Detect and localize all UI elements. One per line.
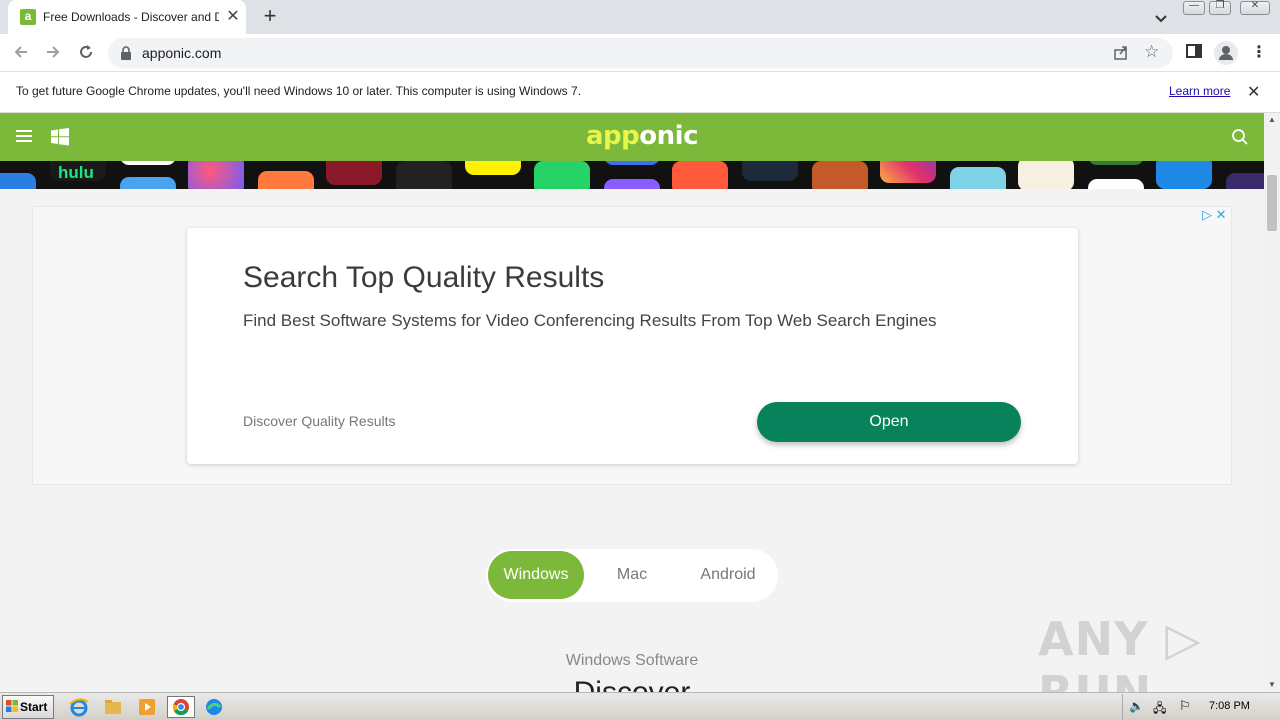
hulu-app-icon: hulu: [50, 161, 106, 182]
app-tile: [812, 161, 868, 189]
tab-strip: a Free Downloads - Discover and Download…: [0, 0, 1280, 34]
snapchat-app-icon: [465, 161, 521, 175]
edge-browser-icon[interactable]: [203, 696, 227, 718]
apponic-favicon-icon: a: [20, 9, 36, 25]
infobar-message: To get future Google Chrome updates, you…: [16, 84, 582, 98]
learn-more-link[interactable]: Learn more: [1169, 84, 1230, 98]
scrollbar-thumb[interactable]: [1267, 175, 1277, 231]
app-tile: [604, 179, 660, 189]
page-viewport: apponic hulu ▷ ✕ Search Top Quality Resu…: [0, 113, 1264, 692]
media-player-icon[interactable]: [136, 696, 160, 718]
tab-search-chevron-icon[interactable]: [1150, 7, 1172, 29]
chrome-taskbar-icon[interactable]: [167, 696, 195, 718]
apponic-logo[interactable]: apponic: [586, 121, 698, 151]
update-infobar: To get future Google Chrome updates, you…: [0, 72, 1280, 113]
hamburger-menu-icon[interactable]: [16, 130, 32, 142]
app-tile: [326, 161, 382, 185]
site-header: apponic: [0, 113, 1264, 161]
back-arrow-icon[interactable]: [10, 43, 32, 63]
lock-icon[interactable]: [120, 45, 132, 66]
app-tile: [742, 161, 798, 181]
start-button[interactable]: Start: [2, 695, 54, 719]
bookmark-star-icon[interactable]: ☆: [1144, 42, 1159, 62]
platform-tab-windows[interactable]: Windows: [488, 551, 584, 599]
app-tile: [672, 161, 728, 189]
app-tile: [604, 161, 660, 165]
ad-description: Find Best Software Systems for Video Con…: [243, 311, 937, 330]
windows-flag-icon: [6, 700, 18, 712]
whatsapp-app-icon: [534, 161, 590, 189]
app-tile: [188, 161, 244, 189]
advertisement: ▷ ✕ Search Top Quality Results Find Best…: [32, 206, 1232, 485]
ad-headline[interactable]: Search Top Quality Results: [243, 261, 604, 295]
ad-card[interactable]: Search Top Quality Results Find Best Sof…: [187, 228, 1078, 464]
app-tile: [1088, 161, 1144, 165]
new-tab-button[interactable]: +: [258, 5, 282, 29]
site-search-icon[interactable]: [1231, 128, 1249, 151]
action-center-flag-icon[interactable]: ⚐: [1179, 698, 1191, 714]
network-icon[interactable]: 🖧: [1153, 699, 1166, 720]
ad-open-button[interactable]: Open: [757, 402, 1021, 442]
platform-tab-mac[interactable]: Mac: [584, 551, 680, 599]
browser-tab[interactable]: a Free Downloads - Discover and Download…: [8, 0, 246, 34]
platform-selector: Windows Mac Android: [486, 549, 778, 602]
tab-title: Free Downloads - Discover and Download A…: [43, 10, 219, 24]
platform-tab-android[interactable]: Android: [680, 551, 776, 599]
app-tile: [1088, 179, 1144, 189]
restore-window-button[interactable]: ❐: [1209, 0, 1231, 15]
chrome-menu-icon[interactable]: ⋮: [1248, 43, 1270, 63]
app-tile: [120, 177, 176, 189]
windows-logo-icon[interactable]: [51, 128, 69, 151]
app-tile: [1226, 173, 1264, 189]
app-icons-banner: hulu: [0, 161, 1264, 189]
app-tile: [258, 171, 314, 189]
page-scrollbar[interactable]: ▲ ▼: [1264, 113, 1280, 692]
ad-display-text: Discover Quality Results: [243, 413, 396, 429]
forward-arrow-icon[interactable]: [42, 43, 64, 63]
url-text[interactable]: apponic.com: [142, 45, 221, 61]
browser-toolbar: apponic.com ☆ ⋮: [0, 34, 1280, 72]
reload-icon[interactable]: [75, 43, 97, 63]
scroll-down-arrow-icon[interactable]: ▼: [1264, 678, 1280, 692]
windows-taskbar: Start 🔈 🖧 ⚐ 7:08 PM: [0, 692, 1280, 720]
taskbar-clock[interactable]: 7:08 PM: [1209, 700, 1250, 712]
app-tile: [396, 161, 452, 189]
volume-icon[interactable]: 🔈: [1129, 699, 1144, 713]
app-tile: [950, 167, 1006, 189]
scroll-up-arrow-icon[interactable]: ▲: [1264, 113, 1280, 127]
instagram-app-icon: [880, 161, 936, 183]
app-tile: [120, 161, 176, 165]
anyrun-watermark: ANY ▷ RUN: [1038, 612, 1202, 692]
close-window-button[interactable]: ✕: [1240, 0, 1270, 15]
infobar-close-icon[interactable]: ✕: [1247, 82, 1260, 102]
tab-close-icon[interactable]: ✕: [224, 8, 242, 26]
profile-avatar-icon[interactable]: [1214, 41, 1238, 65]
app-tile: [0, 173, 36, 189]
app-tile: [1018, 161, 1074, 189]
adchoices-icon[interactable]: ▷ ✕: [1202, 207, 1227, 223]
minimize-window-button[interactable]: —: [1183, 0, 1205, 15]
internet-explorer-icon[interactable]: [68, 696, 92, 718]
app-tile: [1156, 161, 1212, 189]
side-panel-icon[interactable]: [1183, 43, 1205, 63]
start-label: Start: [20, 700, 48, 714]
share-icon[interactable]: [1112, 44, 1130, 67]
address-bar[interactable]: apponic.com ☆: [108, 38, 1173, 68]
file-explorer-icon[interactable]: [102, 696, 126, 718]
